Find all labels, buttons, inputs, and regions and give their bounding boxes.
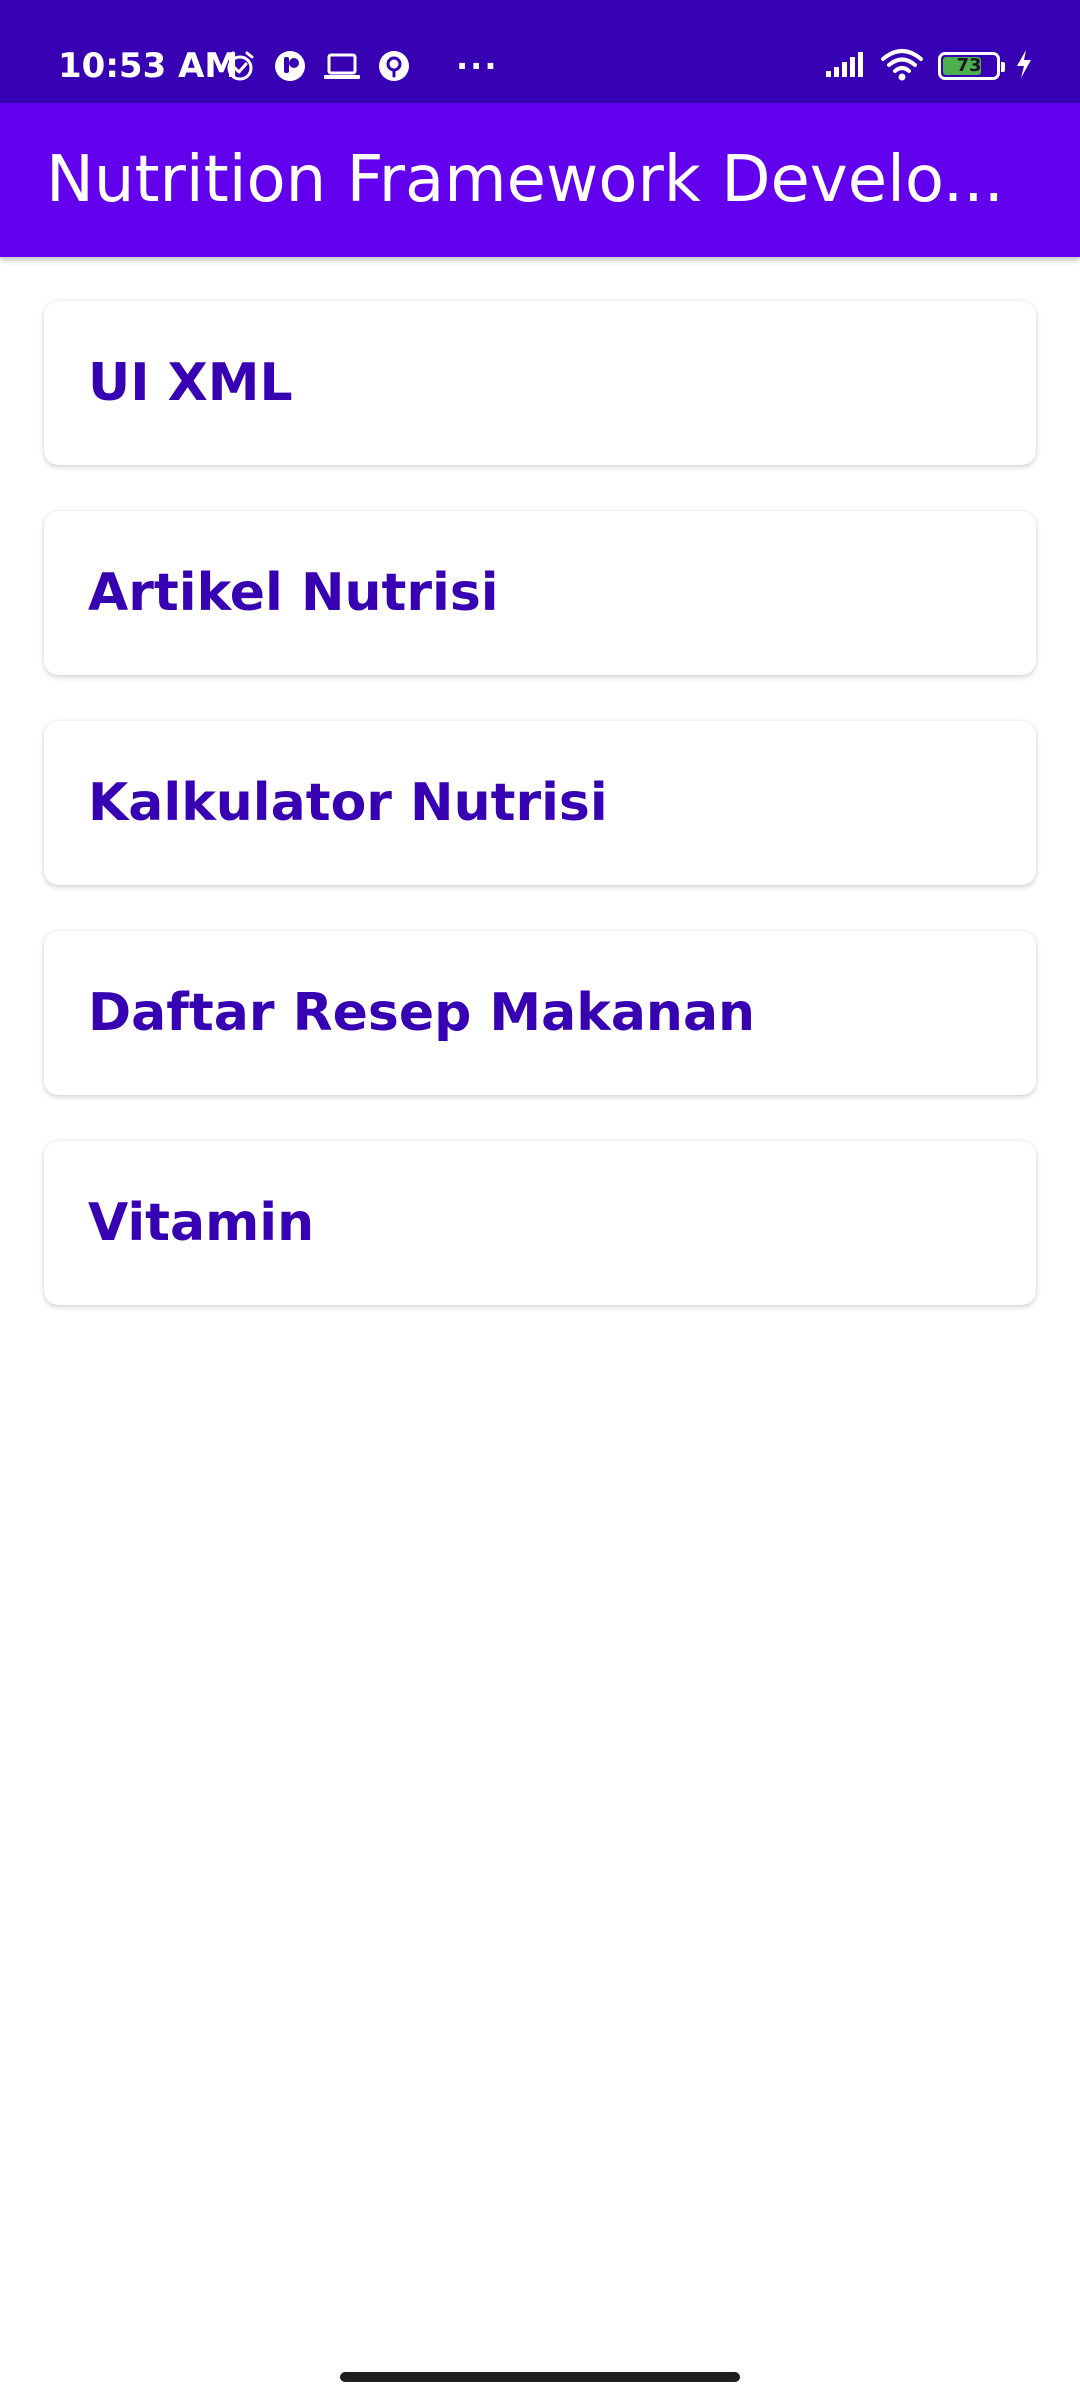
status-bar: 10:53 AM ··· 73 — [0, 0, 1080, 103]
menu-card-kalkulator-nutrisi[interactable]: Kalkulator Nutrisi — [44, 721, 1036, 885]
battery-tip — [1001, 62, 1005, 72]
app-bar: Nutrition Framework Develo... — [0, 103, 1080, 257]
laptop-icon — [322, 48, 362, 84]
menu-card-ui-xml[interactable]: UI XML — [44, 301, 1036, 465]
home-indicator[interactable] — [340, 2372, 740, 2382]
menu-card-label: Vitamin — [88, 1193, 315, 1253]
status-time: 10:53 AM — [58, 46, 239, 86]
status-icons-left: ··· — [222, 44, 498, 88]
battery-level: 73 — [956, 55, 982, 76]
menu-card-daftar-resep-makanan[interactable]: Daftar Resep Makanan — [44, 931, 1036, 1095]
alarm-icon — [222, 48, 258, 84]
wifi-icon — [880, 47, 924, 86]
menu-card-label: Kalkulator Nutrisi — [88, 773, 608, 833]
status-icons-right: 73 — [824, 44, 1034, 88]
menu-card-label: Daftar Resep Makanan — [88, 983, 756, 1043]
menu-card-label: Artikel Nutrisi — [88, 563, 499, 623]
menu-list: UI XML Artikel Nutrisi Kalkulator Nutris… — [44, 301, 1036, 1351]
more-notifications-icon: ··· — [456, 47, 499, 85]
menu-card-artikel-nutrisi[interactable]: Artikel Nutrisi — [44, 511, 1036, 675]
charging-icon — [1014, 48, 1034, 85]
location-icon — [376, 48, 412, 84]
app-notification-icon — [272, 48, 308, 84]
menu-card-label: UI XML — [88, 353, 293, 413]
signal-icon — [824, 49, 866, 84]
battery-icon: 73 — [938, 52, 1005, 80]
menu-card-vitamin[interactable]: Vitamin — [44, 1141, 1036, 1305]
app-title: Nutrition Framework Develo... — [46, 143, 1004, 217]
